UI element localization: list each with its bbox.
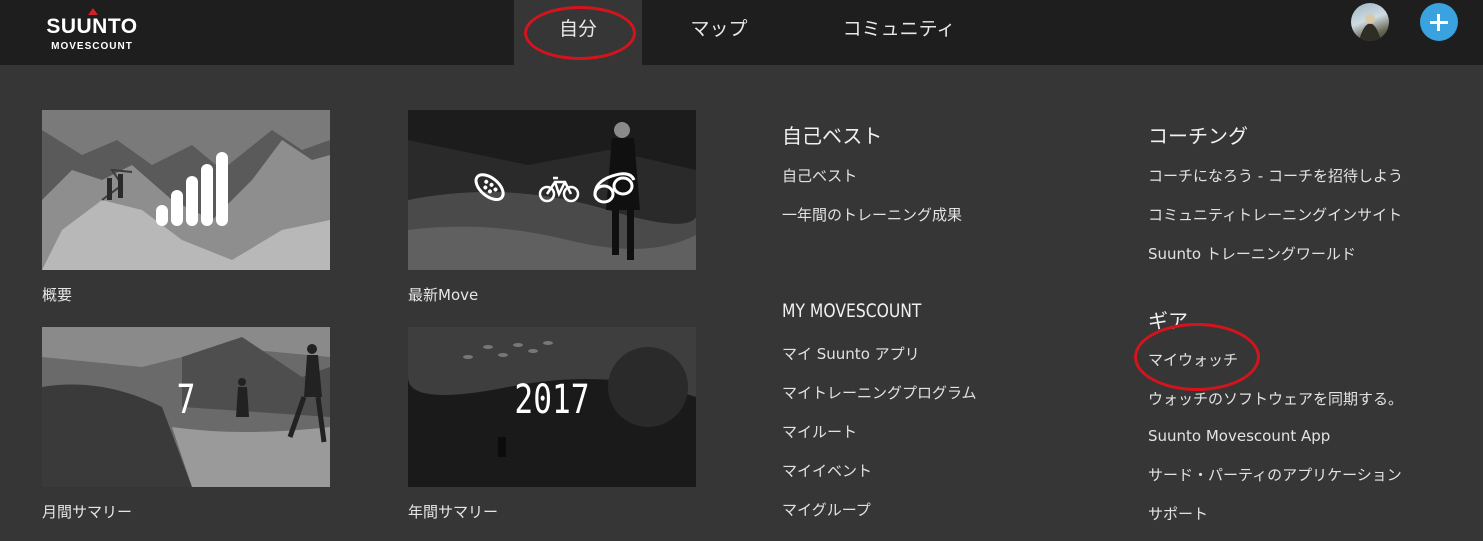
tile-monthly-summary-label[interactable]: 月間サマリー	[42, 501, 132, 522]
tile-overview[interactable]	[42, 110, 330, 270]
suunto-movescount-logo[interactable]: SUUNTO MOVESCOUNT	[42, 8, 147, 56]
user-avatar[interactable]	[1351, 3, 1389, 41]
tile-overview-label[interactable]: 概要	[42, 284, 72, 305]
link-yearly-training-results[interactable]: 一年間のトレーニング成果	[782, 204, 962, 225]
link-my-training-program[interactable]: マイトレーニングプログラム	[782, 382, 977, 403]
link-suunto-training-world[interactable]: Suunto トレーニングワールド	[1148, 243, 1356, 264]
tile-yearly-summary-label[interactable]: 年間サマリー	[408, 501, 498, 522]
swim-goggles-icon	[593, 172, 636, 204]
avatar-photo	[1359, 14, 1381, 41]
link-my-suunto-apps[interactable]: マイ Suunto アプリ	[782, 343, 920, 364]
link-community-training-insight[interactable]: コミュニティトレーニングインサイト	[1148, 204, 1402, 225]
link-become-coach[interactable]: コーチになろう - コーチを招待しよう	[1148, 165, 1403, 186]
top-navigation-bar: SUUNTO MOVESCOUNT 自分 マップ コミュニティ	[0, 0, 1483, 65]
link-third-party-apps[interactable]: サード・パーティのアプリケーション	[1148, 464, 1402, 485]
monthly-summary-number: 7	[176, 377, 196, 423]
link-my-routes[interactable]: マイルート	[782, 421, 857, 442]
add-button[interactable]	[1420, 3, 1458, 41]
tile-monthly-summary[interactable]: 7	[42, 327, 330, 487]
link-my-events[interactable]: マイイベント	[782, 460, 872, 481]
heading-gear: ギア	[1148, 309, 1188, 333]
link-sync-watch-software[interactable]: ウォッチのソフトウェアを同期する。	[1148, 388, 1403, 409]
logo-sub-text: MOVESCOUNT	[51, 41, 133, 52]
tile-latest-move-label[interactable]: 最新Move	[408, 284, 478, 305]
logo-brand-text: SUUNTO	[46, 15, 138, 38]
tile-latest-move[interactable]	[408, 110, 696, 270]
bicycle-icon	[538, 176, 580, 203]
logo-triangle-icon	[88, 8, 98, 15]
tab-map[interactable]: マップ	[660, 0, 778, 65]
activity-icons	[474, 172, 636, 204]
signal-bars-icon	[156, 152, 228, 226]
link-movescount-app[interactable]: Suunto Movescount App	[1148, 427, 1330, 445]
yearly-summary-number: 2017	[514, 377, 590, 423]
running-shoe-icon	[474, 173, 505, 202]
tab-community[interactable]: コミュニティ	[810, 0, 988, 65]
link-personal-best[interactable]: 自己ベスト	[782, 165, 857, 186]
link-my-watch[interactable]: マイウォッチ	[1148, 349, 1238, 370]
heading-coaching: コーチング	[1148, 124, 1248, 148]
tab-me[interactable]: 自分	[514, 0, 642, 65]
tile-yearly-summary[interactable]: 2017	[408, 327, 696, 487]
heading-personal-best: 自己ベスト	[782, 124, 883, 148]
link-my-groups[interactable]: マイグループ	[782, 499, 871, 520]
heading-my-movescount: MY MOVESCOUNT	[782, 300, 922, 322]
link-support[interactable]: サポート	[1148, 503, 1208, 524]
